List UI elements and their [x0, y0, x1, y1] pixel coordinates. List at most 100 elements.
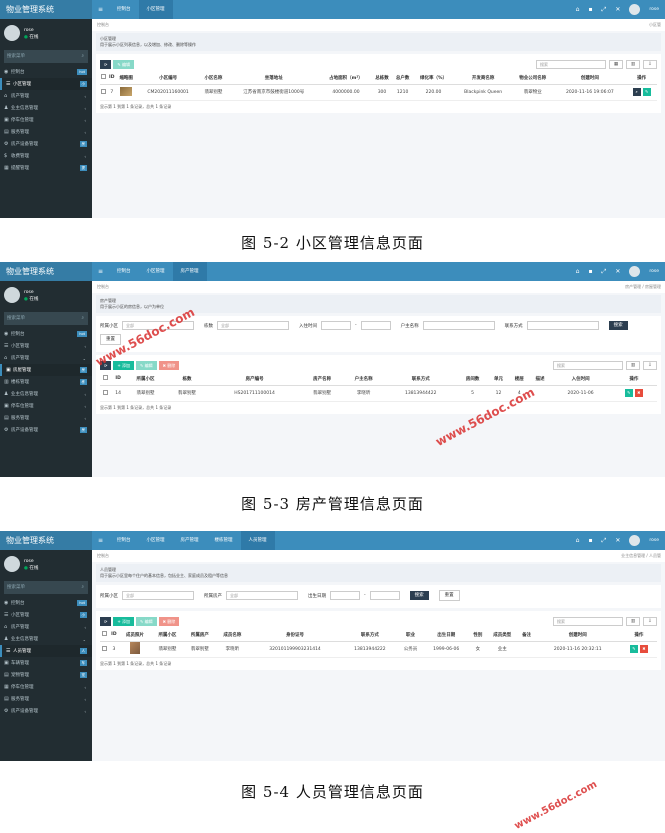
username[interactable]: rose	[649, 269, 659, 274]
tab-community[interactable]: 小区管理	[138, 0, 173, 19]
sidebar-item-vehicle[interactable]: ▣ 车辆管理车	[0, 657, 92, 669]
sidebar-item-property[interactable]: ⌂ 房产管理 ⌄	[0, 352, 92, 364]
export-icon[interactable]: ⇩	[643, 617, 657, 626]
add-button[interactable]: + 添加	[113, 361, 134, 370]
select-all-checkbox[interactable]	[101, 74, 107, 80]
export-icon[interactable]: ⇩	[643, 361, 657, 370]
edit-icon[interactable]: ✎	[629, 645, 638, 653]
sidebar-item-parking[interactable]: ▣ 停车位管理 ‹	[0, 400, 92, 412]
fullscreen-icon[interactable]: ⤢	[602, 537, 607, 545]
menu-toggle-icon[interactable]: ≡	[92, 0, 109, 19]
row-checkbox[interactable]	[102, 645, 107, 651]
refresh-button[interactable]: ⟳	[100, 60, 112, 69]
tab-dashboard[interactable]: 控制台	[109, 262, 139, 281]
sidebar-item-parking[interactable]: ▣ 停车位管理 ‹	[0, 114, 92, 126]
reset-button[interactable]: 重置	[438, 590, 460, 601]
columns-icon[interactable]: ▥	[626, 617, 640, 626]
table-search-input[interactable]: 搜索	[553, 617, 623, 626]
menu-search-input[interactable]: 搜索菜单 ⌕	[4, 50, 88, 63]
menu-search-input[interactable]: 搜索菜单 ⌕	[4, 312, 88, 325]
sidebar-item-service[interactable]: ▤ 服务管理 ‹	[0, 693, 92, 705]
sidebar-item-service[interactable]: ▤ 服务管理 ‹	[0, 412, 92, 424]
sidebar-item-equipment[interactable]: ⚙ 房产设备管理 ‹	[0, 705, 92, 717]
movein-start-input[interactable]	[321, 321, 351, 330]
tab-dashboard[interactable]: 控制台	[109, 531, 139, 550]
avatar[interactable]	[629, 535, 641, 546]
menu-search-input[interactable]: 搜索菜单 ⌕	[4, 581, 88, 594]
view-icon[interactable]: ⌕	[632, 88, 641, 96]
select-all-checkbox[interactable]	[102, 631, 107, 637]
building-select[interactable]: 全部	[217, 321, 289, 330]
sidebar-item-dashboard[interactable]: ◉ 控制台 hot	[0, 597, 92, 609]
menu-toggle-icon[interactable]: ≡	[92, 531, 109, 550]
tab-dashboard[interactable]: 控制台	[109, 0, 139, 19]
sidebar-item-equipment[interactable]: ⚙ 房产设备管理房	[0, 424, 92, 436]
sidebar-item-parking[interactable]: ▦ 停车位管理 ‹	[0, 681, 92, 693]
sidebar-item-property[interactable]: ⌂ 房产管理 ‹	[0, 621, 92, 633]
home-icon[interactable]: ⌂	[576, 537, 580, 544]
row-checkbox[interactable]	[103, 389, 109, 395]
close-icon[interactable]: ✕	[615, 537, 620, 544]
home-icon[interactable]: ⌂	[576, 268, 580, 275]
movein-end-input[interactable]	[360, 321, 391, 330]
delete-button[interactable]: ✖ 删除	[158, 361, 180, 370]
avatar[interactable]	[629, 4, 641, 15]
table-row[interactable]: 7 CM202011160001 翡翠别墅 江苏省南京市鼓楼街道1000号 40000…	[100, 84, 657, 101]
columns-icon[interactable]: ▥	[626, 60, 640, 69]
property-select[interactable]: 全部	[226, 591, 298, 600]
sidebar-item-reminder[interactable]: ▦ 提醒管理提	[0, 162, 92, 174]
search-button[interactable]: 搜索	[608, 321, 628, 330]
edit-button[interactable]: ✎ 编辑	[135, 617, 157, 626]
table-search-input[interactable]: 搜索	[536, 60, 606, 69]
username[interactable]: rose	[649, 7, 659, 12]
sidebar-item-resident[interactable]: ☰ 人员管理人	[0, 645, 92, 657]
table-row[interactable]: 3 翡翠别墅 翡翠别墅 李晓昕 320101199903231414 138139442…	[100, 641, 657, 658]
sidebar-item-community[interactable]: ☰ 小区管理 ‹	[0, 340, 92, 352]
birth-end-input[interactable]	[369, 591, 400, 600]
sidebar-item-owner[interactable]: ♟ 业主信息管理 ⌄	[0, 633, 92, 645]
avatar[interactable]	[629, 266, 641, 277]
birth-start-input[interactable]	[330, 591, 360, 600]
sidebar-item-billing[interactable]: $ 收费管理 ‹	[0, 150, 92, 162]
sidebar-item-owner[interactable]: ♟ 业主信息管理 ‹	[0, 388, 92, 400]
export-icon[interactable]: ⇩	[643, 60, 657, 69]
delete-button[interactable]: ✖ 删除	[158, 617, 180, 626]
add-button[interactable]: + 添加	[113, 617, 134, 626]
edit-button[interactable]: ✎ 编辑	[135, 361, 157, 370]
trash-icon[interactable]: ▪	[588, 537, 592, 544]
tab-property[interactable]: 房产管理	[172, 262, 207, 281]
refresh-button[interactable]: ⟳	[100, 617, 112, 626]
table-row[interactable]: 14 翡翠别墅 翡翠别墅 HS201711100014 翡翠别墅 李晓昕 138139444…	[100, 385, 657, 402]
sidebar-item-pet[interactable]: ▤ 宠物管理宠	[0, 669, 92, 681]
fullscreen-icon[interactable]: ⤢	[602, 6, 607, 14]
row-checkbox[interactable]	[101, 88, 107, 94]
sidebar-item-community[interactable]: ☰ 小区管理小	[0, 78, 92, 90]
edit-button[interactable]: ✎ 编辑	[113, 60, 134, 69]
sidebar-item-dashboard[interactable]: ◉ 控制台 hot	[0, 66, 92, 78]
home-icon[interactable]: ⌂	[576, 6, 580, 13]
trash-icon[interactable]: ▪	[588, 6, 592, 13]
close-icon[interactable]: ✕	[615, 6, 620, 13]
delete-icon[interactable]: ✖	[634, 389, 643, 397]
tab-building[interactable]: 楼栋管理	[207, 531, 241, 550]
trash-icon[interactable]: ▪	[588, 268, 592, 275]
username[interactable]: rose	[649, 538, 659, 543]
search-button[interactable]: 搜索	[409, 591, 429, 600]
edit-icon[interactable]: ✎	[624, 389, 633, 397]
sidebar-item-building[interactable]: ▥ 楼栋管理栋	[0, 376, 92, 388]
table-search-input[interactable]: 搜索	[553, 361, 623, 370]
contact-input[interactable]	[526, 321, 599, 330]
fullscreen-icon[interactable]: ⤢	[602, 268, 607, 276]
tab-resident[interactable]: 人员管理	[240, 531, 275, 550]
owner-input[interactable]	[422, 321, 495, 330]
tab-community[interactable]: 小区管理	[139, 262, 173, 281]
close-icon[interactable]: ✕	[615, 268, 620, 275]
grid-icon[interactable]: ▦	[609, 60, 623, 69]
menu-toggle-icon[interactable]: ≡	[92, 262, 109, 281]
sidebar-item-equipment[interactable]: ⚙ 房产设备管理房	[0, 138, 92, 150]
edit-icon[interactable]: ✎	[642, 88, 651, 96]
sidebar-item-property[interactable]: ⌂ 房产管理 ‹	[0, 90, 92, 102]
select-all-checkbox[interactable]	[103, 375, 109, 381]
sidebar-item-community[interactable]: ☰ 小区管理小	[0, 609, 92, 621]
delete-icon[interactable]: ✖	[639, 645, 648, 653]
